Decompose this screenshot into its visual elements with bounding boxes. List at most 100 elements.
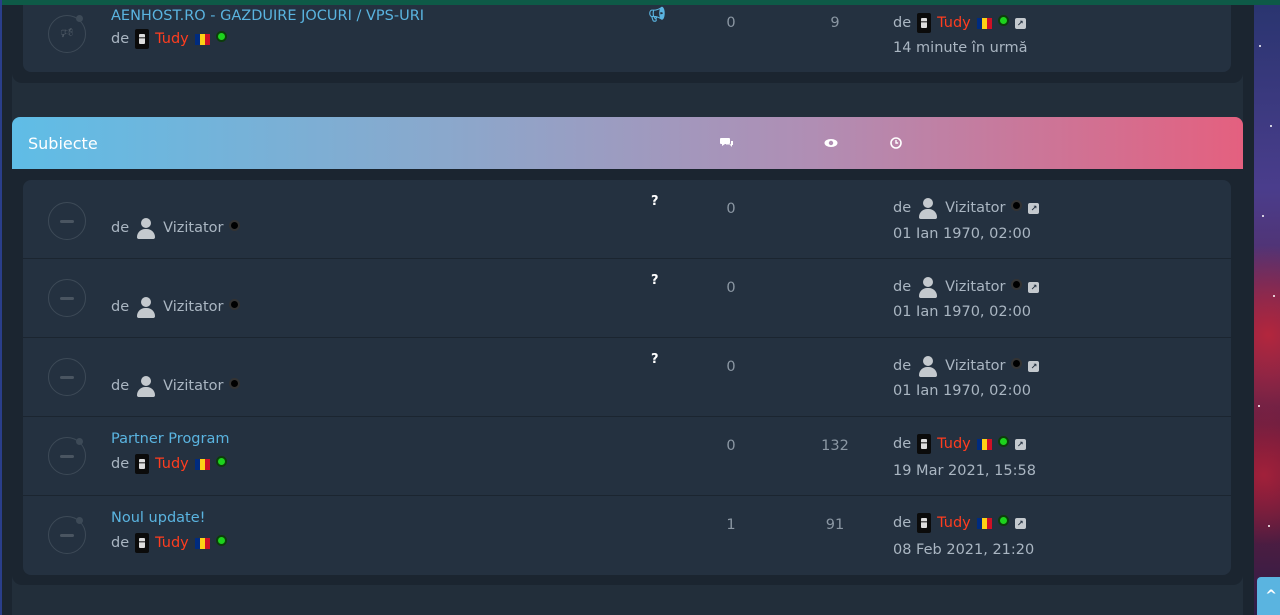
unread-dot xyxy=(76,438,83,445)
by-label: de xyxy=(111,299,130,315)
user-avatar[interactable] xyxy=(917,513,932,533)
online-status-icon xyxy=(997,14,1009,26)
megaphone-icon: 📢︎ xyxy=(648,7,666,23)
replies-count: 0 xyxy=(726,201,736,217)
left-edge xyxy=(0,0,2,615)
go-to-last-post-icon[interactable]: ↗ xyxy=(1014,438,1026,450)
background-image xyxy=(1254,5,1280,615)
unknown-type-icon: ? xyxy=(651,273,659,288)
last-post-author-line: de Tudy ↗ xyxy=(893,13,1026,33)
topic-row: de Vizitator ? 0 de Vizitator ↗ 01 Ian 1… xyxy=(23,338,1231,417)
guest-avatar-icon xyxy=(917,276,939,298)
user-avatar[interactable] xyxy=(135,454,150,474)
go-to-last-post-icon[interactable]: ↗ xyxy=(1028,360,1040,372)
unknown-type-icon: ? xyxy=(651,194,659,209)
go-to-last-post-icon[interactable]: ↗ xyxy=(1028,281,1040,293)
guest-avatar-icon xyxy=(917,197,939,219)
last-post-author-link[interactable]: Tudy xyxy=(937,515,971,531)
online-status-icon xyxy=(997,514,1009,526)
topic-title-link[interactable]: Partner Program xyxy=(111,431,230,447)
by-label: de xyxy=(893,436,912,452)
by-label: de xyxy=(893,200,912,216)
replies-count: 0 xyxy=(726,280,736,296)
offline-status-icon xyxy=(229,219,241,231)
last-post-author-line: de Vizitator ↗ xyxy=(893,355,1040,377)
by-label: de xyxy=(111,220,130,236)
online-status-icon xyxy=(215,455,227,467)
topic-author-line: de Vizitator xyxy=(111,375,241,397)
topics-section-header: Subiecte xyxy=(12,117,1243,169)
author-link[interactable]: Tudy xyxy=(155,456,189,472)
author-link[interactable]: Tudy xyxy=(155,535,189,551)
guest-avatar-icon xyxy=(135,217,157,239)
eye-icon xyxy=(824,137,838,149)
user-avatar[interactable] xyxy=(135,533,150,553)
go-to-last-post-icon[interactable]: ↗ xyxy=(1028,202,1040,214)
romania-flag-icon xyxy=(194,33,210,45)
views-count: 132 xyxy=(821,438,849,454)
topic-status-icon xyxy=(48,358,86,396)
section-title: Subiecte xyxy=(28,134,98,153)
topic-author-line: de Vizitator xyxy=(111,217,241,239)
last-post-author-line: de Vizitator ↗ xyxy=(893,276,1040,298)
scroll-to-top-button[interactable]: ^ xyxy=(1257,577,1280,615)
last-post-time: 08 Feb 2021, 21:20 xyxy=(893,542,1035,558)
last-post-author-line: de Tudy ↗ xyxy=(893,434,1026,454)
last-post-time: 01 Ian 1970, 02:00 xyxy=(893,304,1031,320)
unread-dot xyxy=(76,517,83,524)
last-post-time: 14 minute în urmă xyxy=(893,40,1028,56)
by-label: de xyxy=(893,279,912,295)
by-label: de xyxy=(111,456,130,472)
user-avatar[interactable] xyxy=(917,13,932,33)
offline-status-icon xyxy=(1011,278,1023,290)
topic-author-line: de Tudy xyxy=(111,454,227,474)
topic-status-icon xyxy=(48,279,86,317)
comments-icon xyxy=(720,137,734,149)
views-count: 91 xyxy=(825,517,845,533)
topic-title-link[interactable]: Noul update! xyxy=(111,510,205,526)
topic-status-icon xyxy=(48,202,86,240)
guest-avatar-icon xyxy=(135,296,157,318)
last-post-author-line: de Vizitator ↗ xyxy=(893,197,1040,219)
romania-flag-icon xyxy=(976,517,992,529)
author-name: Vizitator xyxy=(163,220,224,236)
user-avatar[interactable] xyxy=(917,434,932,454)
by-label: de xyxy=(111,535,130,551)
by-label: de xyxy=(111,378,130,394)
by-label: de xyxy=(893,358,912,374)
views-count: 9 xyxy=(830,15,840,31)
last-post-author-link[interactable]: Tudy xyxy=(937,436,971,452)
by-label: de xyxy=(111,31,130,47)
author-name: Vizitator xyxy=(163,378,224,394)
online-status-icon xyxy=(215,30,227,42)
go-to-last-post-icon[interactable]: ↗ xyxy=(1014,517,1026,529)
unread-dot xyxy=(76,15,83,22)
online-status-icon xyxy=(997,435,1009,447)
last-post-author: Vizitator xyxy=(945,279,1006,295)
topic-row: Partner Program de Tudy 0 132 de Tudy ↗ … xyxy=(23,417,1231,496)
by-label: de xyxy=(893,515,912,531)
topic-author-line: de Tudy xyxy=(111,533,227,553)
guest-avatar-icon xyxy=(917,355,939,377)
topic-author-line: de Vizitator xyxy=(111,296,241,318)
romania-flag-icon xyxy=(194,458,210,470)
replies-count: 0 xyxy=(726,15,736,31)
online-status-icon xyxy=(215,534,227,546)
offline-status-icon xyxy=(1011,199,1023,211)
announcement-title-link[interactable]: AENHOST.RO - GAZDUIRE JOCURI / VPS-URI xyxy=(111,8,424,24)
replies-count: 0 xyxy=(726,359,736,375)
offline-status-icon xyxy=(1011,357,1023,369)
offline-status-icon xyxy=(229,298,241,310)
replies-count: 1 xyxy=(726,517,736,533)
author-link[interactable]: Tudy xyxy=(155,31,189,47)
unknown-type-icon: ? xyxy=(651,352,659,367)
topic-row: de Vizitator ? 0 de Vizitator ↗ 01 Ian 1… xyxy=(23,180,1231,259)
guest-avatar-icon xyxy=(135,375,157,397)
by-label: de xyxy=(893,15,912,31)
user-avatar[interactable] xyxy=(135,29,150,49)
romania-flag-icon xyxy=(976,17,992,29)
clock-icon xyxy=(890,137,904,149)
last-post-author-link[interactable]: Tudy xyxy=(937,15,971,31)
last-post-time: 19 Mar 2021, 15:58 xyxy=(893,463,1036,479)
go-to-last-post-icon[interactable]: ↗ xyxy=(1014,17,1026,29)
